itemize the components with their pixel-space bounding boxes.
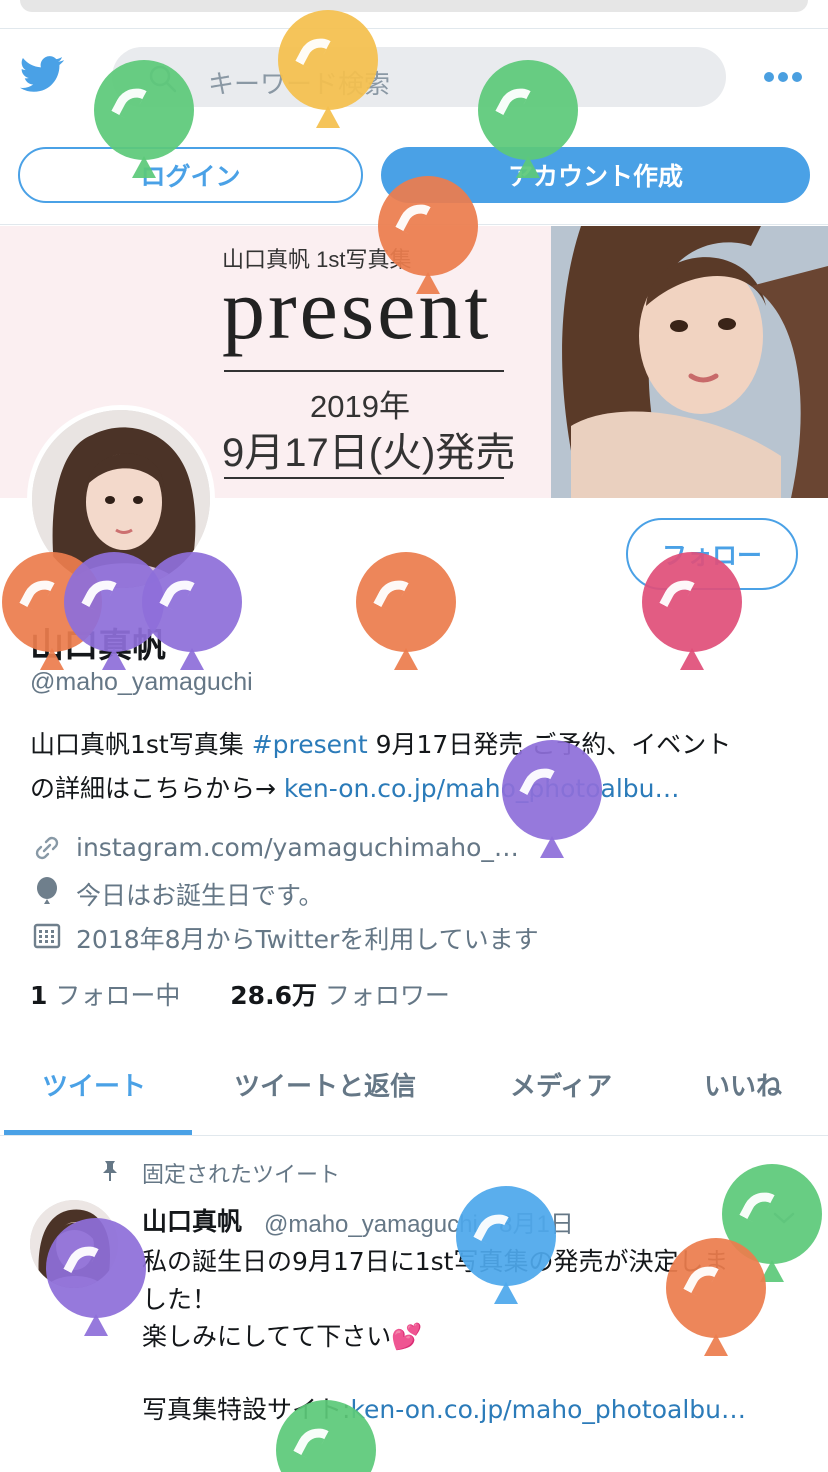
header-divider [0,28,828,29]
banner-photo [551,226,828,498]
profile-birthday: 今日はお誕生日です。 [76,881,324,910]
profile-website-link[interactable]: instagram.com/yamaguchimaho_… [76,833,519,862]
tweet-text-line: 私の誕生日の9月17日に1st写真集の発売が決定しま [142,1247,729,1276]
tweet-text-line: 写真集特設サイト:ken-on.co.jp/maho_photoalbu… [142,1390,746,1426]
balloon-decoration [94,60,194,178]
followers-label: フォロワー [324,981,450,1010]
tab-tweets-and-replies[interactable]: ツイートと返信 [234,1066,416,1103]
pinned-tweet-label: 固定されたツイート [142,1163,341,1188]
balloon-decoration [356,552,456,670]
following-label: フォロー中 [55,981,181,1010]
bio-url-link[interactable]: ken-on.co.jp/maho_photoalbu… [284,774,680,803]
balloon-decoration [456,1186,556,1304]
followers-stat[interactable]: 28.6万 フォロワー [230,981,450,1010]
balloon-decoration [502,740,602,858]
pin-icon [103,1161,117,1181]
tab-likes[interactable]: いいね [704,1066,782,1103]
balloon-decoration [478,60,578,178]
tabs-divider [0,1135,828,1136]
followers-count: 28.6万 [230,981,317,1010]
link-icon [35,836,59,860]
browser-top-strip [20,0,808,12]
more-dots-icon[interactable] [764,70,802,84]
balloon-decoration [666,1238,766,1356]
tweet-url-link[interactable]: ken-on.co.jp/maho_photoalbu… [350,1395,746,1424]
tweet-text-line: 楽しみにしてて下さい💕 [142,1322,423,1351]
balloon-decoration [278,10,378,128]
banner-date: 9月17日(火)発売 [222,431,516,475]
profile-handle: @maho_yamaguchi [30,668,253,696]
bio-text: の詳細はこちらから→ [30,774,284,803]
banner-rule [224,477,504,479]
balloon-decoration [642,552,742,670]
bio-text: 山口真帆1st写真集 [30,730,252,759]
balloon-decoration [276,1400,376,1472]
tweet-author-name[interactable]: 山口真帆 [142,1202,242,1238]
balloon-decoration [378,176,478,294]
following-count: 1 [30,981,48,1010]
profile-joined-date: 2018年8月からTwitterを利用しています [76,925,539,954]
balloon-icon [37,877,57,904]
banner-rule [224,370,504,372]
balloon-decoration [46,1218,146,1336]
balloon-decoration [142,552,242,670]
profile-bio-line: 山口真帆1st写真集 #present 9月17日発売 ご予約、イベント [30,725,731,761]
tab-media[interactable]: メディア [510,1066,612,1103]
tweet-text-line: した！ [142,1285,218,1314]
following-stat[interactable]: 1 フォロー中 [30,981,180,1010]
profile-stats: 1 フォロー中 28.6万 フォロワー [30,976,450,1012]
bio-hashtag-link[interactable]: #present [252,730,368,759]
search-bar[interactable] [112,47,726,107]
tab-tweets[interactable]: ツイート [42,1066,146,1103]
profile-tabs: ツイート ツイートと返信 メディア いいね [0,1040,828,1136]
calendar-icon [33,923,61,949]
twitter-bird-icon[interactable] [18,52,66,96]
